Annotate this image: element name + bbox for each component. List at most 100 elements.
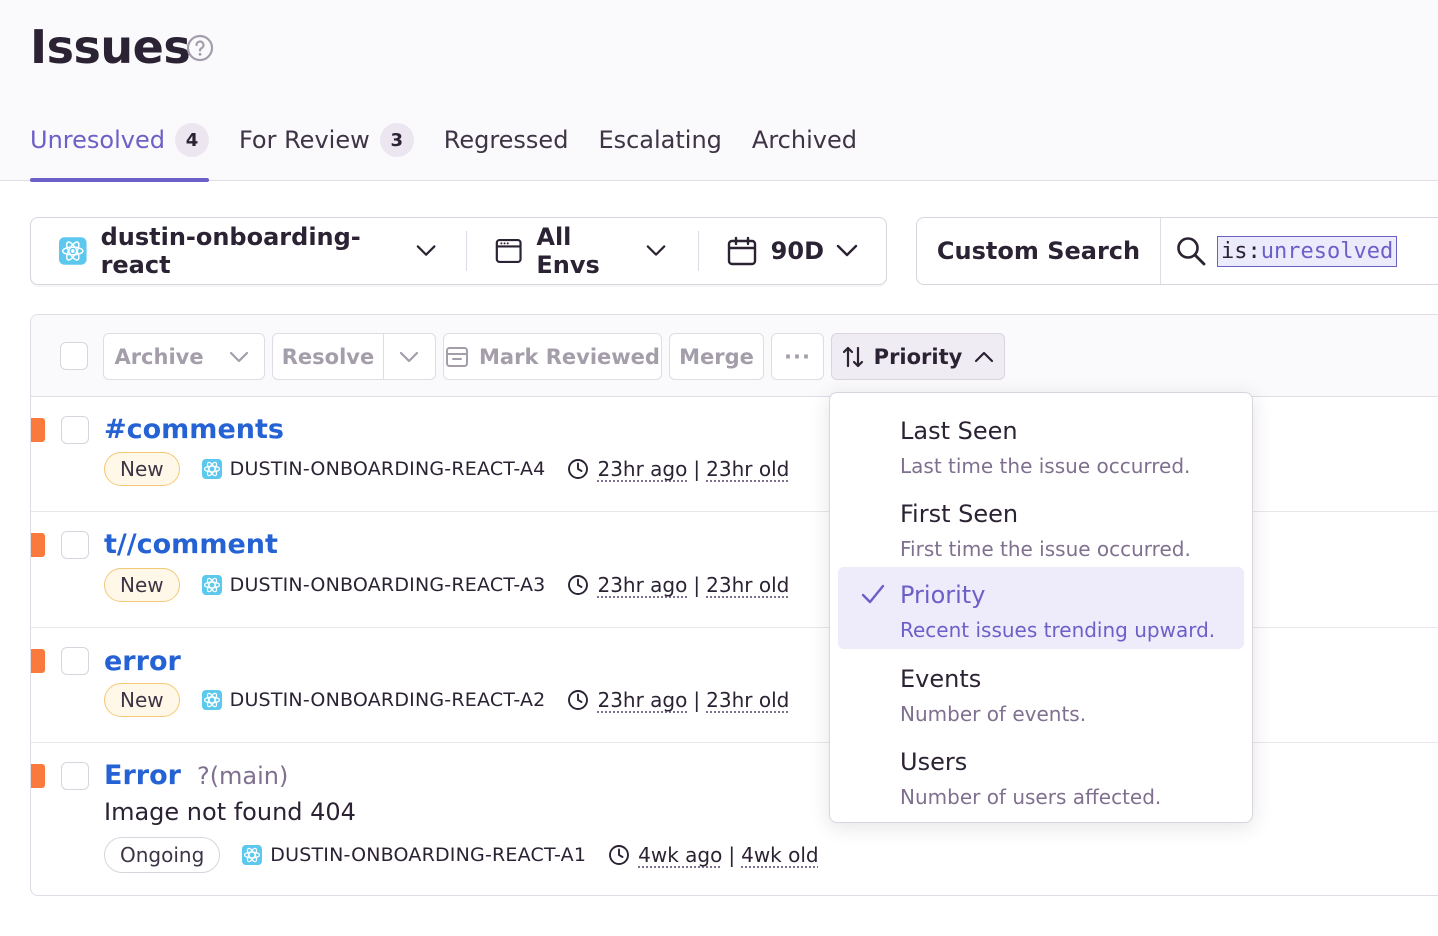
chevron-down-icon	[229, 351, 249, 362]
sort-option-label: First Seen	[900, 500, 1019, 528]
sort-option-users[interactable]: Users Number of users affected.	[838, 734, 1244, 816]
sort-option-first-seen[interactable]: First Seen First time the issue occurred…	[838, 486, 1244, 568]
sort-option-label: Events	[900, 665, 982, 693]
issue-checkbox[interactable]	[61, 647, 89, 675]
chevron-down-icon	[836, 244, 858, 257]
project-selector[interactable]: dustin-onboarding-react	[31, 218, 466, 284]
archive-button[interactable]: Archive	[104, 334, 214, 379]
search-input[interactable]: is:unresolved	[1217, 235, 1398, 267]
sort-option-label: Last Seen	[900, 417, 1018, 445]
sort-option-last-seen[interactable]: Last Seen Last time the issue occurred.	[838, 403, 1244, 485]
separator: |	[693, 688, 701, 712]
react-icon	[242, 845, 263, 865]
sort-option-label: Priority	[900, 581, 986, 609]
checkmark-icon	[861, 584, 885, 604]
issue-short-id[interactable]: DUSTIN-ONBOARDING-REACT-A4	[230, 458, 546, 480]
issue-checkbox[interactable]	[61, 416, 89, 444]
issue-type: Error	[104, 760, 181, 791]
archive-button-group: Archive	[103, 333, 265, 380]
sort-option-description: Number of users affected.	[900, 785, 1162, 809]
resolve-options-button[interactable]	[384, 334, 435, 379]
tab-escalating[interactable]: Escalating	[598, 124, 721, 181]
custom-search-button[interactable]: Custom Search	[917, 218, 1161, 284]
issue-message: Image not found 404	[104, 798, 356, 826]
priority-marker	[31, 764, 45, 788]
first-seen-time[interactable]: 23hr old	[706, 688, 789, 712]
issue-meta: New DUSTIN-ONBOARDING-REACT-A2 23hr ago …	[104, 683, 789, 717]
help-icon[interactable]	[186, 34, 214, 62]
sort-option-priority[interactable]: Priority Recent issues trending upward.	[838, 567, 1244, 649]
clock-icon	[568, 690, 589, 710]
project-name: dustin-onboarding-react	[100, 223, 361, 279]
inbox-icon	[446, 346, 469, 367]
date-range-selector[interactable]: 90D	[699, 218, 886, 284]
tab-count-badge: 4	[174, 123, 209, 157]
sort-by-label: Priority	[873, 344, 963, 369]
chevron-up-icon	[975, 351, 994, 362]
issue-meta: Ongoing DUSTIN-ONBOARDING-REACT-A1 4wk a…	[104, 837, 819, 873]
chevron-down-icon	[646, 245, 666, 256]
merge-button[interactable]: Merge	[669, 333, 764, 380]
issue-title-link[interactable]: #comments	[104, 414, 284, 445]
issue-checkbox[interactable]	[61, 762, 89, 790]
separator: |	[693, 573, 701, 597]
tab-regressed[interactable]: Regressed	[444, 124, 569, 181]
archive-options-button[interactable]	[214, 334, 264, 379]
last-seen-time[interactable]: 23hr ago	[597, 688, 687, 712]
react-icon	[201, 690, 222, 710]
tab-unresolved[interactable]: Unresolved 4	[30, 123, 209, 182]
calendar-icon	[727, 236, 756, 266]
date-range-value: 90D	[770, 237, 824, 265]
issue-short-id[interactable]: DUSTIN-ONBOARDING-REACT-A2	[230, 689, 546, 711]
tab-label: Escalating	[598, 126, 722, 154]
environment-selector[interactable]: All Envs	[467, 218, 698, 284]
sort-option-label: Users	[900, 748, 968, 776]
mark-reviewed-button[interactable]: Mark Reviewed	[443, 333, 662, 380]
environment-name: All Envs	[536, 223, 600, 279]
sort-option-description: First time the issue occurred.	[900, 537, 1191, 561]
first-seen-time[interactable]: 4wk old	[741, 843, 819, 867]
priority-marker	[31, 418, 45, 442]
issue-title-link[interactable]: error	[104, 646, 181, 677]
sort-dropdown-menu: Last Seen Last time the issue occurred. …	[829, 392, 1253, 823]
issue-short-id[interactable]: DUSTIN-ONBOARDING-REACT-A3	[230, 574, 546, 596]
separator: |	[728, 843, 736, 867]
tab-label: For Review	[238, 126, 370, 154]
resolve-button-group: Resolve	[272, 333, 436, 380]
select-all-checkbox[interactable]	[60, 342, 88, 370]
sort-by-button[interactable]: Priority	[831, 333, 1005, 380]
clock-icon	[609, 845, 630, 865]
first-seen-time[interactable]: 23hr old	[706, 457, 789, 481]
more-actions-button[interactable]: ···	[771, 333, 824, 380]
issue-culprit: ?(main)	[196, 762, 289, 790]
react-icon	[201, 575, 222, 595]
tab-count-badge: 3	[379, 123, 414, 157]
first-seen-time[interactable]: 23hr old	[706, 573, 789, 597]
sort-icon	[842, 346, 863, 367]
priority-marker	[31, 533, 45, 557]
last-seen-time[interactable]: 23hr ago	[597, 457, 687, 481]
sort-option-events[interactable]: Events Number of events.	[838, 651, 1244, 733]
issue-title-link[interactable]: Error ?(main)	[104, 760, 288, 791]
status-badge: New	[104, 568, 180, 602]
issue-checkbox[interactable]	[61, 531, 89, 559]
query-key: is:	[1221, 238, 1261, 264]
issue-short-id[interactable]: DUSTIN-ONBOARDING-REACT-A1	[270, 844, 586, 866]
issue-search-bar: Custom Search is:unresolved	[916, 217, 1438, 285]
tab-archived[interactable]: Archived	[752, 124, 857, 181]
tab-label: Archived	[751, 126, 857, 154]
issue-tabs: Unresolved 4 For Review 3 Regressed Esca…	[30, 123, 887, 182]
search-icon	[1177, 237, 1206, 266]
status-badge: New	[104, 683, 180, 717]
separator: |	[693, 457, 701, 481]
sort-option-description: Number of events.	[900, 702, 1087, 726]
last-seen-time[interactable]: 23hr ago	[597, 573, 687, 597]
tab-for-review[interactable]: For Review 3	[238, 123, 414, 181]
last-seen-time[interactable]: 4wk ago	[638, 843, 722, 867]
tab-label: Regressed	[443, 126, 569, 154]
priority-marker	[31, 649, 45, 673]
query-value: unresolved	[1260, 238, 1394, 264]
page-title: Issues	[30, 20, 191, 74]
resolve-button[interactable]: Resolve	[273, 334, 383, 379]
issue-title-link[interactable]: t//comment	[104, 529, 278, 560]
